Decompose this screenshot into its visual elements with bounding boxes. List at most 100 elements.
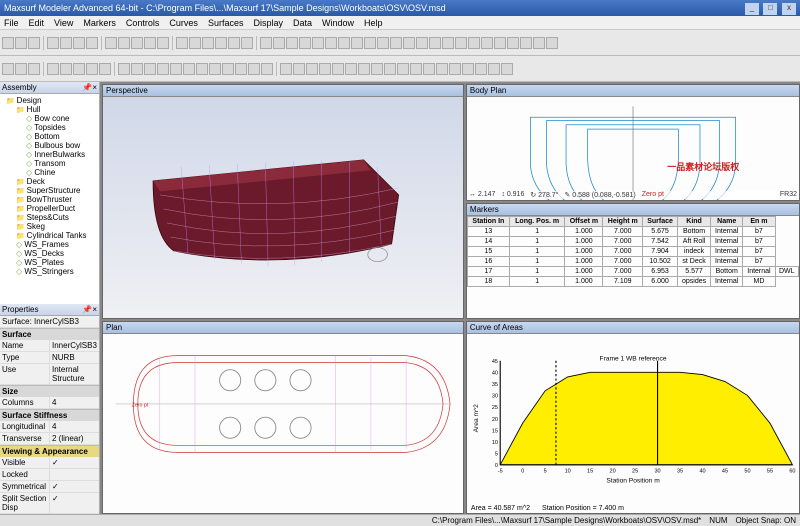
- menu-data[interactable]: Data: [293, 18, 312, 28]
- tool-button[interactable]: [215, 37, 227, 49]
- tool-button[interactable]: [475, 63, 487, 75]
- maximize-button[interactable]: □: [763, 3, 777, 15]
- tree-item[interactable]: Bottom: [2, 132, 97, 141]
- tool-button[interactable]: [60, 63, 72, 75]
- tool-button[interactable]: [273, 37, 285, 49]
- tool-button[interactable]: [209, 63, 221, 75]
- table-row[interactable]: 1811.0007.1096.000opsidesInternalMD: [467, 276, 798, 286]
- tool-button[interactable]: [533, 37, 545, 49]
- tool-button[interactable]: [546, 37, 558, 49]
- tree-item[interactable]: Skeg: [2, 222, 97, 231]
- table-header[interactable]: Kind: [678, 216, 711, 226]
- tree-item[interactable]: WS_Plates: [2, 258, 97, 267]
- tool-button[interactable]: [286, 37, 298, 49]
- minimize-button[interactable]: _: [745, 3, 759, 15]
- tool-button[interactable]: [319, 63, 331, 75]
- tree-item[interactable]: PropellerDuct: [2, 204, 97, 213]
- table-header[interactable]: En m: [743, 216, 775, 226]
- tool-button[interactable]: [86, 37, 98, 49]
- pin-icon[interactable]: 📌×: [82, 83, 97, 92]
- tool-button[interactable]: [260, 37, 272, 49]
- tree-item[interactable]: WS_Frames: [2, 240, 97, 249]
- table-row[interactable]: 1511.0007.0007.904indeckInternalb7: [467, 246, 798, 256]
- assembly-header[interactable]: Assembly📌×: [0, 82, 99, 94]
- view-header[interactable]: Plan: [103, 322, 463, 334]
- markers-view[interactable]: Markers Station InLong. Pos. mOffset mHe…: [466, 203, 800, 320]
- tool-button[interactable]: [202, 37, 214, 49]
- tool-button[interactable]: [449, 63, 461, 75]
- tool-button[interactable]: [397, 63, 409, 75]
- table-row[interactable]: 1611.0007.00010.502st DeckInternalb7: [467, 256, 798, 266]
- tool-button[interactable]: [2, 63, 14, 75]
- table-header[interactable]: Surface: [643, 216, 678, 226]
- tree-hull[interactable]: Hull: [2, 105, 97, 114]
- tree-item[interactable]: SuperStructure: [2, 186, 97, 195]
- tool-button[interactable]: [371, 63, 383, 75]
- tree-item[interactable]: Chine: [2, 168, 97, 177]
- tool-button[interactable]: [338, 37, 350, 49]
- tool-button[interactable]: [131, 37, 143, 49]
- table-row[interactable]: 1311.0007.0005.675BottomInternalb7: [467, 226, 798, 236]
- tool-button[interactable]: [377, 37, 389, 49]
- tool-button[interactable]: [488, 63, 500, 75]
- table-header[interactable]: Offset m: [565, 216, 603, 226]
- tool-button[interactable]: [293, 63, 305, 75]
- tool-button[interactable]: [403, 37, 415, 49]
- tool-button[interactable]: [2, 37, 14, 49]
- menu-controls[interactable]: Controls: [126, 18, 160, 28]
- tool-button[interactable]: [228, 37, 240, 49]
- tree-item[interactable]: Bow cone: [2, 114, 97, 123]
- curve-chart[interactable]: Frame 1 WB reference Area m^2 Station Po…: [467, 334, 799, 503]
- menu-window[interactable]: Window: [322, 18, 354, 28]
- tool-button[interactable]: [99, 63, 111, 75]
- tree-item[interactable]: Deck: [2, 177, 97, 186]
- tool-button[interactable]: [462, 63, 474, 75]
- table-row[interactable]: 1711.0007.0006.9535.577BottomInternalDWL: [467, 266, 798, 276]
- tool-button[interactable]: [118, 37, 130, 49]
- menu-file[interactable]: File: [4, 18, 19, 28]
- view-header[interactable]: Curve of Areas: [467, 322, 799, 334]
- tool-button[interactable]: [390, 37, 402, 49]
- view-header[interactable]: Markers: [467, 204, 799, 216]
- tool-button[interactable]: [312, 37, 324, 49]
- tool-button[interactable]: [60, 37, 72, 49]
- tool-button[interactable]: [86, 63, 98, 75]
- tool-button[interactable]: [248, 63, 260, 75]
- tree-item[interactable]: Transom: [2, 159, 97, 168]
- tool-button[interactable]: [176, 37, 188, 49]
- surface-select[interactable]: Surface: InnerCylSB3: [0, 316, 99, 327]
- bodyplan-view[interactable]: Body Plan 一品素材论坛版权: [466, 84, 800, 201]
- menu-curves[interactable]: Curves: [169, 18, 198, 28]
- table-header[interactable]: Long. Pos. m: [509, 216, 565, 226]
- tool-button[interactable]: [410, 63, 422, 75]
- table-row[interactable]: 1411.0007.0007.542Aft RollInternalb7: [467, 236, 798, 246]
- tool-button[interactable]: [170, 63, 182, 75]
- markers-table[interactable]: Station InLong. Pos. mOffset mHeight mSu…: [467, 216, 799, 287]
- tool-button[interactable]: [325, 37, 337, 49]
- tool-button[interactable]: [157, 63, 169, 75]
- tool-button[interactable]: [73, 63, 85, 75]
- menu-markers[interactable]: Markers: [83, 18, 116, 28]
- table-header[interactable]: Height m: [603, 216, 643, 226]
- tool-button[interactable]: [144, 37, 156, 49]
- tool-button[interactable]: [183, 63, 195, 75]
- tool-button[interactable]: [241, 37, 253, 49]
- tool-button[interactable]: [118, 63, 130, 75]
- curve-of-areas-view[interactable]: Curve of Areas Frame 1 WB reference Area…: [466, 321, 800, 514]
- tool-button[interactable]: [28, 37, 40, 49]
- menu-help[interactable]: Help: [364, 18, 383, 28]
- menu-display[interactable]: Display: [253, 18, 283, 28]
- tool-button[interactable]: [351, 37, 363, 49]
- tool-button[interactable]: [520, 37, 532, 49]
- menu-edit[interactable]: Edit: [29, 18, 45, 28]
- tool-button[interactable]: [157, 37, 169, 49]
- view-header[interactable]: Perspective: [103, 85, 463, 97]
- tool-button[interactable]: [455, 37, 467, 49]
- tool-button[interactable]: [468, 37, 480, 49]
- plan-view[interactable]: Plan Zero pt: [102, 321, 464, 514]
- menu-view[interactable]: View: [54, 18, 73, 28]
- tool-button[interactable]: [299, 37, 311, 49]
- tool-button[interactable]: [364, 37, 376, 49]
- tool-button[interactable]: [105, 37, 117, 49]
- pin-icon[interactable]: 📌×: [82, 305, 97, 314]
